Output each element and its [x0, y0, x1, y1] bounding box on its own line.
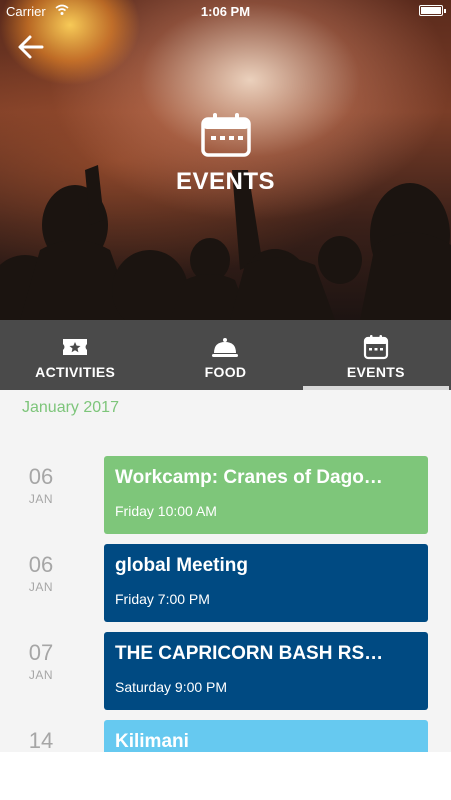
back-button[interactable] — [14, 30, 48, 64]
tab-activities-label: ACTIVITIES — [35, 364, 116, 380]
event-card[interactable]: Kilimani — [104, 720, 428, 752]
events-list[interactable]: January 2017 06 JAN Workcamp: Cranes of … — [0, 390, 451, 752]
event-day: 14 — [28, 728, 54, 752]
event-day: 06 — [28, 464, 54, 489]
tab-food[interactable]: FOOD — [150, 320, 300, 390]
event-card[interactable]: Workcamp: Cranes of Dago… Friday 10:00 A… — [104, 456, 428, 534]
event-title: Kilimani — [115, 731, 189, 752]
event-month: JAN — [28, 492, 54, 506]
event-month: JAN — [28, 580, 54, 594]
list-item: 07 JAN THE CAPRICORN BASH RS… Saturday 9… — [0, 632, 451, 710]
event-card[interactable]: THE CAPRICORN BASH RS… Saturday 9:00 PM — [104, 632, 428, 710]
calendar-icon — [201, 113, 251, 157]
event-title: THE CAPRICORN BASH RS… — [115, 643, 384, 664]
tab-events[interactable]: EVENTS — [301, 320, 451, 390]
tab-food-label: FOOD — [204, 364, 247, 380]
cloche-icon — [212, 338, 239, 357]
list-item: 14 Kilimani — [0, 720, 451, 752]
event-day: 06 — [28, 552, 54, 577]
status-time: 1:06 PM — [200, 4, 251, 19]
tab-activities[interactable]: ACTIVITIES — [0, 320, 150, 390]
tab-events-label: EVENTS — [346, 364, 405, 380]
status-bar: Carrier 1:06 PM — [0, 0, 451, 22]
tab-bar: ACTIVITIES FOOD EVENTS — [0, 320, 451, 390]
battery-icon — [419, 5, 446, 16]
event-month: JAN — [28, 668, 54, 682]
event-time: Friday 10:00 AM — [115, 503, 217, 519]
page-title: EVENTS — [175, 168, 276, 195]
event-title: global Meeting — [115, 555, 248, 576]
month-header: January 2017 — [22, 399, 119, 416]
ticket-icon — [63, 339, 88, 355]
calendar-icon — [363, 335, 388, 360]
event-time: Friday 7:00 PM — [115, 591, 210, 607]
event-card[interactable]: global Meeting Friday 7:00 PM — [104, 544, 428, 622]
list-item: 06 JAN global Meeting Friday 7:00 PM — [0, 544, 451, 622]
hero-banner: Carrier 1:06 PM EVENTS — [0, 0, 451, 320]
event-time: Saturday 9:00 PM — [115, 679, 228, 695]
list-item: 06 JAN Workcamp: Cranes of Dago… Friday … — [0, 456, 451, 534]
bottom-area — [0, 752, 451, 800]
event-title: Workcamp: Cranes of Dago… — [115, 467, 383, 488]
event-day: 07 — [28, 640, 54, 665]
